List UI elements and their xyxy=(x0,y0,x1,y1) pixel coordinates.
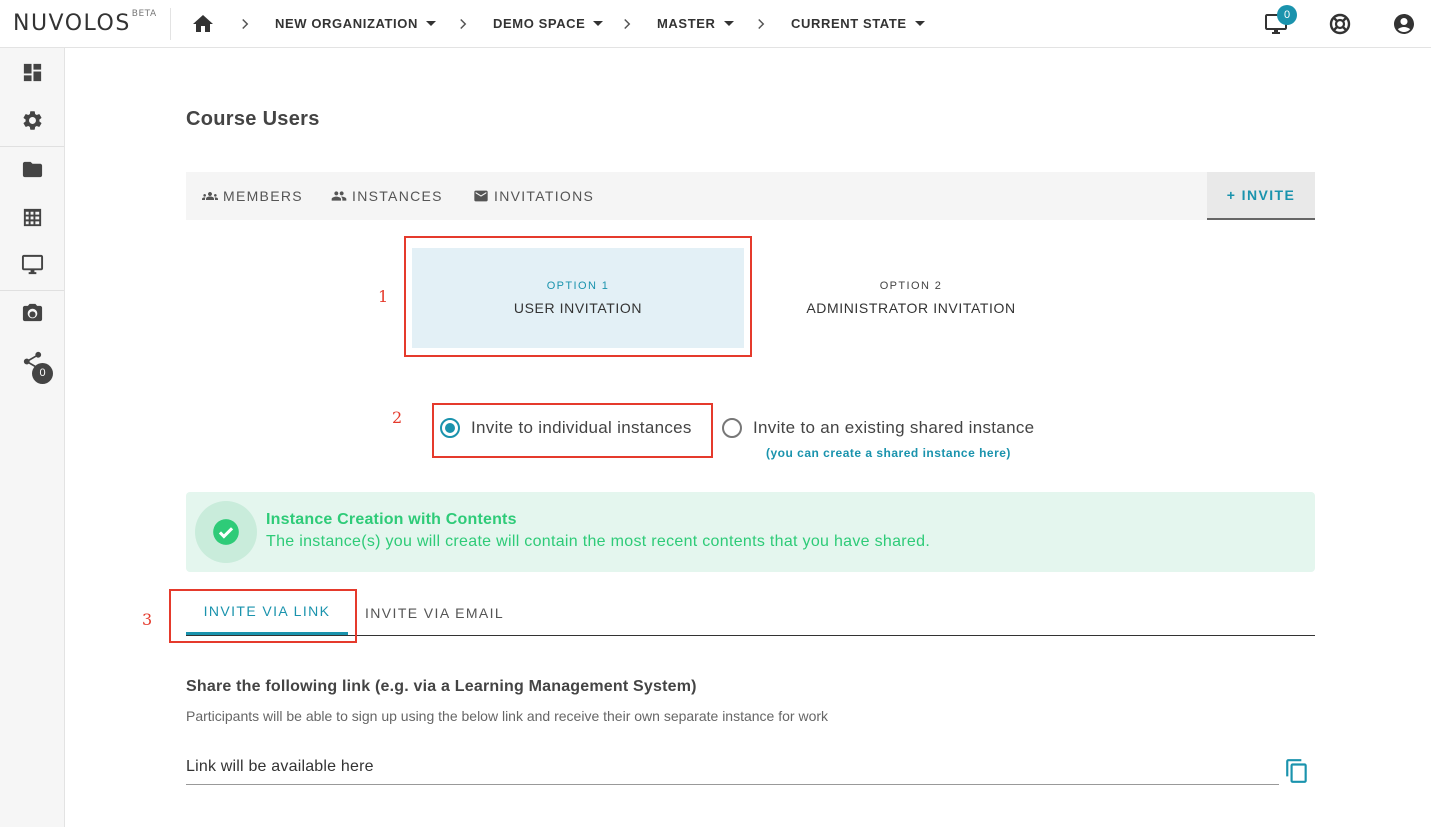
caret-down-icon xyxy=(425,21,436,26)
caret-down-icon xyxy=(914,21,925,26)
breadcrumb-label: MASTER xyxy=(657,16,716,31)
share-link-description: Participants will be able to sign up usi… xyxy=(186,708,829,724)
success-alert: Instance Creation with Contents The inst… xyxy=(186,492,1315,572)
tab-label: INSTANCES xyxy=(352,188,443,204)
check-circle-icon xyxy=(213,519,239,545)
users-tabbar: MEMBERS INSTANCES INVITATIONS + INVITE xyxy=(186,172,1315,220)
annotation-marker-1: 1 xyxy=(378,287,389,306)
annotation-box-3 xyxy=(169,589,357,643)
sidebar-divider xyxy=(0,146,64,147)
annotation-box-1 xyxy=(404,236,752,357)
app-logo[interactable]: NUVOLOSBETA xyxy=(13,8,157,36)
sidebar: 0 xyxy=(0,48,65,827)
option-label: ADMINISTRATOR INVITATION xyxy=(806,300,1016,316)
create-shared-instance-link[interactable]: (you can create a shared instance here) xyxy=(766,446,1011,460)
caret-down-icon xyxy=(723,21,734,26)
beta-label: BETA xyxy=(131,8,157,19)
alert-text: The instance(s) you will create will con… xyxy=(266,533,931,550)
tab-members[interactable]: MEMBERS xyxy=(202,172,303,220)
breadcrumb-organization[interactable]: NEW ORGANIZATION xyxy=(275,16,436,31)
copy-icon[interactable] xyxy=(1284,758,1310,784)
sidebar-divider xyxy=(0,290,64,291)
chevron-right-icon xyxy=(242,18,249,30)
breadcrumb-instance[interactable]: MASTER xyxy=(657,16,734,31)
chevron-right-icon xyxy=(460,18,467,30)
tab-invite-via-email[interactable]: INVITE VIA EMAIL xyxy=(365,590,504,635)
annotation-marker-2: 2 xyxy=(392,408,403,427)
chevron-right-icon xyxy=(758,18,765,30)
folder-icon[interactable] xyxy=(21,158,44,181)
tab-label: MEMBERS xyxy=(223,188,303,204)
chevron-right-icon xyxy=(624,18,631,30)
tab-invite[interactable]: + INVITE xyxy=(1207,172,1315,220)
logo-text: NUVOLOS xyxy=(13,11,131,36)
invite-link-field[interactable]: Link will be available here xyxy=(186,755,1279,785)
monitor-icon[interactable] xyxy=(21,253,44,276)
notification-badge: 0 xyxy=(1277,5,1297,25)
help-lifebuoy-icon[interactable] xyxy=(1328,12,1352,36)
dashboard-icon[interactable] xyxy=(21,61,44,84)
radio-shared-instance[interactable]: Invite to an existing shared instance xyxy=(722,418,1034,438)
group-icon xyxy=(202,192,218,200)
radio-button-unchecked[interactable] xyxy=(722,418,742,438)
annotation-marker-3: 3 xyxy=(142,610,153,629)
radio-label: Invite to an existing shared instance xyxy=(753,418,1035,437)
divider xyxy=(170,8,171,40)
mail-icon xyxy=(474,190,488,202)
option-number: OPTION 2 xyxy=(879,280,943,292)
settings-icon[interactable] xyxy=(21,109,44,132)
people-icon xyxy=(331,191,347,201)
camera-icon[interactable] xyxy=(21,302,44,325)
alert-title: Instance Creation with Contents xyxy=(266,511,517,528)
table-icon[interactable] xyxy=(21,206,44,229)
top-bar: NUVOLOSBETA NEW ORGANIZATION DEMO SPACE … xyxy=(0,0,1431,48)
breadcrumb-label: CURRENT STATE xyxy=(791,16,907,31)
breadcrumb-label: DEMO SPACE xyxy=(493,16,586,31)
tab-label: INVITATIONS xyxy=(494,188,595,204)
share-link-title: Share the following link (e.g. via a Lea… xyxy=(186,678,697,695)
tab-instances[interactable]: INSTANCES xyxy=(331,172,443,220)
breadcrumb-state[interactable]: CURRENT STATE xyxy=(791,16,925,31)
alert-icon-container xyxy=(195,501,257,563)
breadcrumb-label: NEW ORGANIZATION xyxy=(275,16,418,31)
home-icon[interactable] xyxy=(191,12,215,36)
account-icon[interactable] xyxy=(1392,12,1416,36)
share-count-badge: 0 xyxy=(32,363,53,384)
tab-invitations[interactable]: INVITATIONS xyxy=(473,172,594,220)
page-title: Course Users xyxy=(186,108,320,130)
annotation-box-2 xyxy=(432,403,713,458)
option-admin-invitation[interactable]: OPTION 2 ADMINISTRATOR INVITATION xyxy=(745,248,1077,348)
breadcrumb-space[interactable]: DEMO SPACE xyxy=(493,16,604,31)
caret-down-icon xyxy=(593,21,604,26)
